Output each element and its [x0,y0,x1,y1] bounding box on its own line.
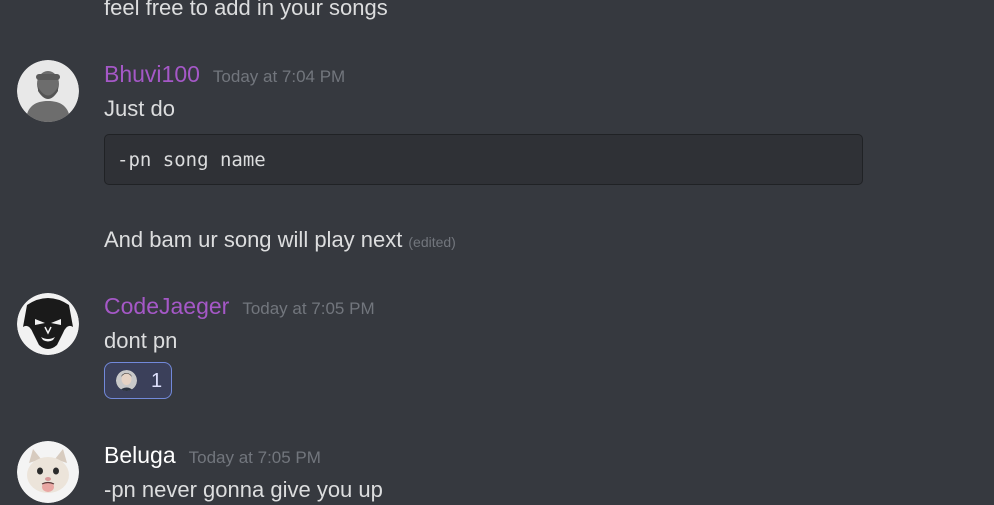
message-text: -pn never gonna give you up [104,477,383,502]
timestamp[interactable]: Today at 7:04 PM [213,67,345,87]
reaction-button[interactable]: 1 [104,362,172,399]
timestamp[interactable]: Today at 7:05 PM [189,448,321,468]
cat-avatar-icon [17,441,79,503]
message-text: And bam ur song will play next (edited) [104,226,456,256]
message-text: feel free to add in your songs [104,0,388,20]
message-header: Beluga Today at 7:05 PM [104,440,321,470]
message-text: dont pn [104,328,178,353]
chat-messages: feel free to add in your songs Bhuvi100 … [0,0,994,505]
username[interactable]: Bhuvi100 [104,59,200,89]
edited-label: (edited) [408,234,456,250]
timestamp[interactable]: Today at 7:05 PM [242,299,374,319]
avatar[interactable] [17,293,79,355]
avatar[interactable] [17,60,79,122]
message-line: And bam ur song will play next [104,227,403,252]
avatar[interactable] [17,441,79,503]
username[interactable]: Beluga [104,440,176,470]
message-header: CodeJaeger Today at 7:05 PM [104,291,375,321]
message-text: Just do [104,96,175,121]
code-text: -pn song name [117,149,266,171]
sketch-face-avatar-icon [17,293,79,355]
person-face-emoji-icon [116,370,137,391]
code-block: -pn song name [104,134,863,185]
reaction-count: 1 [151,370,163,392]
message-header: Bhuvi100 Today at 7:04 PM [104,59,345,89]
default-person-avatar-icon [17,60,79,122]
username[interactable]: CodeJaeger [104,291,229,321]
